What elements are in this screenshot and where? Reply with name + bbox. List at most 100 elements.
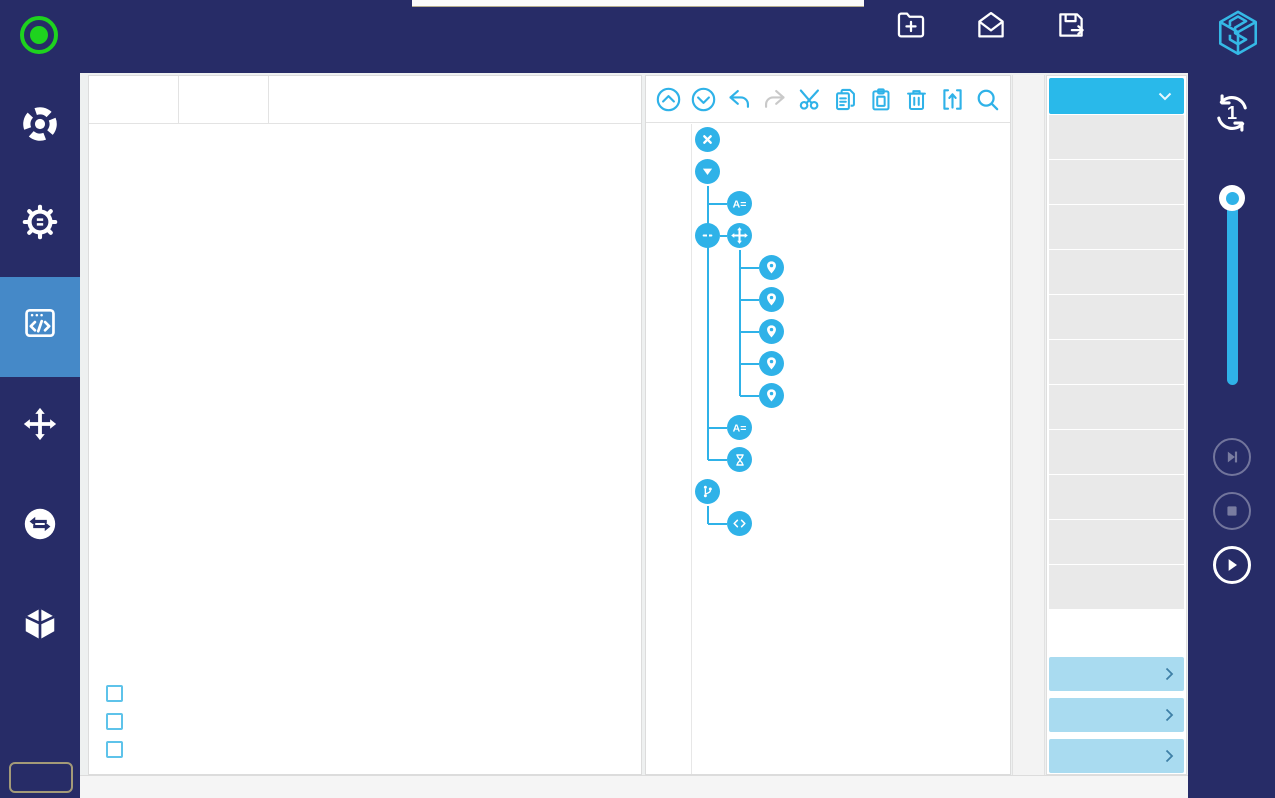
header-action-open[interactable] xyxy=(968,8,1014,44)
svg-text:1: 1 xyxy=(1226,102,1236,123)
option-checkbox-row[interactable] xyxy=(106,741,132,758)
run-icon xyxy=(21,105,59,143)
tree-connector xyxy=(740,299,759,301)
single-run-toggle[interactable]: 1 xyxy=(1188,91,1275,141)
checkbox[interactable] xyxy=(106,741,123,758)
stop-button[interactable] xyxy=(1213,492,1251,530)
window-notch xyxy=(412,0,864,7)
cut-icon[interactable] xyxy=(797,86,824,113)
palette-item[interactable] xyxy=(1049,250,1184,294)
option-checkbox-row[interactable] xyxy=(106,713,132,730)
sidebar-item-run[interactable] xyxy=(0,78,80,178)
script-node-icon xyxy=(727,511,752,536)
copy-icon[interactable] xyxy=(832,86,859,113)
play-button[interactable] xyxy=(1213,546,1251,584)
tree-connector xyxy=(708,203,727,205)
operate-icon xyxy=(21,405,59,443)
mode-status-icon xyxy=(20,16,58,54)
single-loop-icon: 1 xyxy=(1210,91,1254,135)
delete-icon[interactable] xyxy=(903,86,930,113)
search-icon[interactable] xyxy=(974,86,1001,113)
palette-item[interactable] xyxy=(1049,295,1184,339)
speed-slider-handle[interactable] xyxy=(1219,185,1245,211)
palette-item[interactable] xyxy=(1049,385,1184,429)
palette-section-plugin[interactable] xyxy=(1049,739,1184,773)
palette-item[interactable] xyxy=(1049,205,1184,249)
tree-row-12[interactable] xyxy=(646,476,1010,508)
tree-row-1[interactable] xyxy=(646,124,1010,156)
tree-connector xyxy=(740,267,759,269)
tree-row-2[interactable] xyxy=(646,156,1010,188)
tree-toolbar xyxy=(646,76,1010,123)
sidebar-item-config[interactable] xyxy=(0,176,80,276)
palette-item[interactable] xyxy=(1049,475,1184,519)
paste-icon[interactable] xyxy=(868,86,895,113)
palette-item[interactable] xyxy=(1049,115,1184,159)
header-actions xyxy=(888,8,1094,44)
palette-item[interactable] xyxy=(1049,160,1184,204)
tree-row-11[interactable] xyxy=(646,444,1010,476)
undo-icon[interactable] xyxy=(726,86,753,113)
insert-icon[interactable] xyxy=(939,86,966,113)
left-sidebar xyxy=(0,73,80,798)
tree-connector xyxy=(740,395,759,397)
palette-group-basic[interactable] xyxy=(1049,78,1184,114)
tree-connector xyxy=(739,250,741,396)
assign-node-icon: A= xyxy=(727,415,752,440)
palette-item[interactable] xyxy=(1049,430,1184,474)
panel-splitter[interactable] xyxy=(1012,75,1045,775)
open-icon xyxy=(974,8,1008,42)
skip-next-button[interactable] xyxy=(1213,438,1251,476)
palette-item[interactable] xyxy=(1049,565,1184,609)
svg-text:A=: A= xyxy=(733,422,747,434)
task-options xyxy=(106,685,132,758)
sidebar-item-io[interactable] xyxy=(0,478,80,578)
waypoint-node-icon xyxy=(759,351,784,376)
checkbox[interactable] xyxy=(106,713,123,730)
file-info xyxy=(688,10,702,62)
sidebar-item-plugin[interactable] xyxy=(0,578,80,678)
redo-icon[interactable] xyxy=(761,86,788,113)
tree-row-10[interactable]: A= xyxy=(646,412,1010,444)
waypoint-node-icon xyxy=(759,383,784,408)
tree-connector xyxy=(708,523,727,525)
palette-item[interactable] xyxy=(1049,520,1184,564)
tree-row-8[interactable] xyxy=(646,348,1010,380)
command-palette xyxy=(1046,75,1187,775)
header-action-save[interactable] xyxy=(1048,8,1094,44)
caret-down-node-icon xyxy=(695,159,720,184)
task-icon xyxy=(21,304,59,342)
palette-section-advanced[interactable] xyxy=(1049,657,1184,691)
move-node-icon xyxy=(727,223,752,248)
doc-tabs xyxy=(89,76,641,124)
sidebar-item-task[interactable] xyxy=(0,277,80,377)
header-action-new[interactable] xyxy=(888,8,934,44)
checkbox[interactable] xyxy=(106,685,123,702)
waypoint-node-icon xyxy=(759,287,784,312)
tree-connector xyxy=(740,331,759,333)
tree-row-3[interactable]: A= xyxy=(646,188,1010,220)
tree-connector xyxy=(707,186,709,460)
task-tree-panel: A= A= xyxy=(645,75,1011,775)
tree-row-5[interactable] xyxy=(646,252,1010,284)
move-down-icon[interactable] xyxy=(690,86,717,113)
tree-row-6[interactable] xyxy=(646,284,1010,316)
palette-section-composite[interactable] xyxy=(1049,698,1184,732)
thread-node-icon xyxy=(695,479,720,504)
io-icon xyxy=(21,505,59,543)
tab-monitor[interactable] xyxy=(179,76,269,123)
tree-connector xyxy=(720,235,727,237)
chevron-down-icon xyxy=(1158,92,1172,101)
tab-instruction[interactable] xyxy=(89,76,179,123)
status-bar xyxy=(80,775,1188,798)
tree-row-4[interactable] xyxy=(646,220,1010,252)
robot-mode-indicator[interactable] xyxy=(20,16,74,54)
tree-row-9[interactable] xyxy=(646,380,1010,412)
option-checkbox-row[interactable] xyxy=(106,685,132,702)
palette-item[interactable] xyxy=(1049,340,1184,384)
move-up-icon[interactable] xyxy=(655,86,682,113)
speed-slider-track[interactable] xyxy=(1227,197,1238,385)
tree-row-7[interactable] xyxy=(646,316,1010,348)
tree-row-13[interactable] xyxy=(646,508,1010,540)
sidebar-item-operate[interactable] xyxy=(0,378,80,478)
